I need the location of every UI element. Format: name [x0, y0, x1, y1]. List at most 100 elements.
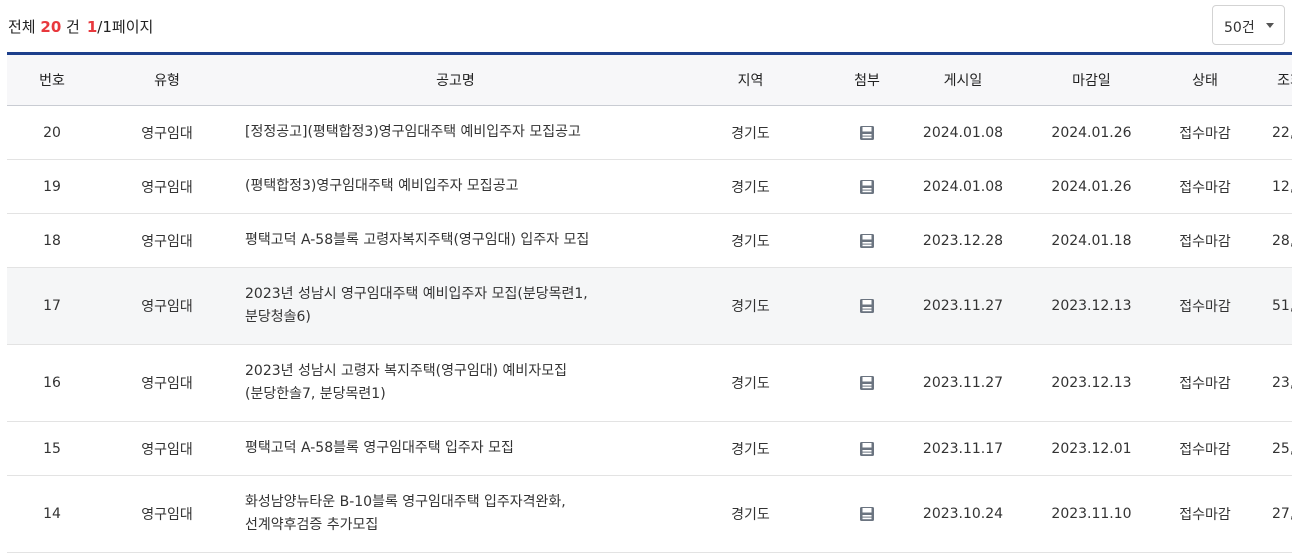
save-file-icon[interactable]: [859, 506, 875, 522]
notice-title-line2: 분당청솔6): [245, 309, 311, 325]
page-size-value: 50건: [1224, 20, 1255, 36]
row-views: 25,973: [1246, 421, 1292, 476]
notice-title-line1: 평택고덕 A-58블록 영구임대주택 입주자 모집: [245, 440, 514, 456]
table-row[interactable]: 16 영구임대 2023년 성남시 고령자 복지주택(영구임대) 예비자모집 (분당한…: [7, 344, 1292, 422]
row-region: 경기도: [674, 267, 827, 345]
row-posted-date: 2023.12.28: [907, 213, 1019, 268]
row-status: 접수마감: [1164, 267, 1246, 345]
table-row[interactable]: 20 영구임대 [정정공고](평택합정3)영구임대주택 예비입주자 모집공고 경기도 2…: [7, 105, 1292, 160]
notice-title-link[interactable]: 2023년 성남시 영구임대주택 예비입주자 모집(분당목련1, 분당청솔6): [237, 267, 674, 345]
row-number: 19: [7, 159, 97, 214]
row-posted-date: 2024.01.08: [907, 159, 1019, 214]
row-deadline-date: 2023.12.01: [1019, 421, 1164, 476]
column-header-title: 공고명: [237, 52, 674, 106]
row-status: 접수마감: [1164, 213, 1246, 268]
row-attachment: [827, 344, 907, 422]
row-deadline-date: 2023.11.10: [1019, 475, 1164, 553]
row-attachment: [827, 421, 907, 476]
notice-title-link[interactable]: 화성남양뉴타운 B-10블록 영구임대주택 입주자격완화, 선계약후검증 추가모집: [237, 475, 674, 553]
row-posted-date: 2023.11.27: [907, 344, 1019, 422]
save-file-icon[interactable]: [859, 125, 875, 141]
save-file-icon[interactable]: [859, 179, 875, 195]
row-type: 영구임대: [97, 159, 237, 214]
row-attachment: [827, 159, 907, 214]
table-header-row: 번호유형공고명지역첨부게시일마감일상태조회수: [7, 52, 1292, 106]
row-posted-date: 2024.01.08: [907, 105, 1019, 160]
notice-title-link[interactable]: 평택고덕 A-58블록 고령자복지주택(영구임대) 입주자 모집: [237, 213, 674, 268]
column-header-views: 조회수: [1246, 52, 1292, 106]
column-header-type: 유형: [97, 52, 237, 106]
column-header-no: 번호: [7, 52, 97, 106]
column-header-posted: 게시일: [907, 52, 1019, 106]
row-type: 영구임대: [97, 344, 237, 422]
row-views: 27,356: [1246, 475, 1292, 553]
notice-title-line1: (평택합정3)영구임대주택 예비입주자 모집공고: [245, 178, 519, 194]
column-header-status: 상태: [1164, 52, 1246, 106]
row-status: 접수마감: [1164, 344, 1246, 422]
row-type: 영구임대: [97, 475, 237, 553]
row-posted-date: 2023.10.24: [907, 475, 1019, 553]
notice-title-link[interactable]: (평택합정3)영구임대주택 예비입주자 모집공고: [237, 159, 674, 214]
row-number: 14: [7, 475, 97, 553]
save-file-icon[interactable]: [859, 298, 875, 314]
row-region: 경기도: [674, 344, 827, 422]
page-size-select[interactable]: 50건: [1212, 5, 1285, 45]
notice-title-link[interactable]: [정정공고](평택합정3)영구임대주택 예비입주자 모집공고: [237, 105, 674, 160]
column-header-region: 지역: [674, 52, 827, 106]
notice-title-line1: 화성남양뉴타운 B-10블록 영구임대주택 입주자격완화,: [245, 494, 566, 510]
row-deadline-date: 2024.01.18: [1019, 213, 1164, 268]
row-attachment: [827, 475, 907, 553]
notice-title-link[interactable]: 평택고덕 A-58블록 영구임대주택 입주자 모집: [237, 421, 674, 476]
row-status: 접수마감: [1164, 421, 1246, 476]
row-number: 20: [7, 105, 97, 160]
current-page: 1: [86, 18, 98, 36]
row-type: 영구임대: [97, 421, 237, 476]
notice-title-line1: [정정공고](평택합정3)영구임대주택 예비입주자 모집공고: [245, 124, 581, 140]
row-views: 51,867: [1246, 267, 1292, 345]
row-type: 영구임대: [97, 267, 237, 345]
table-row[interactable]: 18 영구임대 평택고덕 A-58블록 고령자복지주택(영구임대) 입주자 모집 경기…: [7, 213, 1292, 268]
column-header-attach: 첨부: [827, 52, 907, 106]
table-row[interactable]: 17 영구임대 2023년 성남시 영구임대주택 예비입주자 모집(분당목련1, 분당…: [7, 267, 1292, 345]
save-file-icon[interactable]: [859, 375, 875, 391]
count-suffix: 건: [66, 18, 80, 36]
row-status: 접수마감: [1164, 475, 1246, 553]
notice-table: 번호유형공고명지역첨부게시일마감일상태조회수 20영구임대[정정공고](평택합정…: [7, 52, 1292, 553]
notice-title-line1: 2023년 성남시 고령자 복지주택(영구임대) 예비자모집: [245, 363, 567, 379]
notice-title-line1: 평택고덕 A-58블록 고령자복지주택(영구임대) 입주자 모집: [245, 232, 590, 248]
row-deadline-date: 2024.01.26: [1019, 105, 1164, 160]
table-row[interactable]: 15 영구임대 평택고덕 A-58블록 영구임대주택 입주자 모집 경기도 2023.1…: [7, 421, 1292, 476]
notice-title-line1: 2023년 성남시 영구임대주택 예비입주자 모집(분당목련1,: [245, 286, 588, 302]
save-file-icon[interactable]: [859, 441, 875, 457]
row-views: 22,163: [1246, 105, 1292, 160]
row-type: 영구임대: [97, 213, 237, 268]
row-views: 23,149: [1246, 344, 1292, 422]
list-toolbar: 전체 20 건 1/1페이지 50건: [0, 0, 1292, 52]
row-region: 경기도: [674, 159, 827, 214]
notice-title-line2: 선계약후검증 추가모집: [245, 517, 379, 533]
row-number: 15: [7, 421, 97, 476]
result-summary: 전체 20 건 1/1페이지: [8, 16, 153, 37]
table-row[interactable]: 19 영구임대 (평택합정3)영구임대주택 예비입주자 모집공고 경기도 2024.01…: [7, 159, 1292, 214]
table-row[interactable]: 14 영구임대 화성남양뉴타운 B-10블록 영구임대주택 입주자격완화, 선계약후검…: [7, 475, 1292, 553]
row-type: 영구임대: [97, 105, 237, 160]
notice-title-link[interactable]: 2023년 성남시 고령자 복지주택(영구임대) 예비자모집 (분당한솔7, 분당…: [237, 344, 674, 422]
row-region: 경기도: [674, 105, 827, 160]
row-region: 경기도: [674, 421, 827, 476]
row-views: 12,576: [1246, 159, 1292, 214]
summary-prefix: 전체: [8, 18, 36, 36]
row-number: 17: [7, 267, 97, 345]
row-attachment: [827, 213, 907, 268]
row-region: 경기도: [674, 213, 827, 268]
row-attachment: [827, 267, 907, 345]
row-status: 접수마감: [1164, 159, 1246, 214]
notice-title-line2: (분당한솔7, 분당목련1): [245, 386, 386, 402]
page-suffix: /1페이지: [97, 18, 154, 36]
row-status: 접수마감: [1164, 105, 1246, 160]
row-posted-date: 2023.11.17: [907, 421, 1019, 476]
column-header-deadline: 마감일: [1019, 52, 1164, 106]
row-views: 28,468: [1246, 213, 1292, 268]
row-number: 16: [7, 344, 97, 422]
save-file-icon[interactable]: [859, 233, 875, 249]
row-posted-date: 2023.11.27: [907, 267, 1019, 345]
